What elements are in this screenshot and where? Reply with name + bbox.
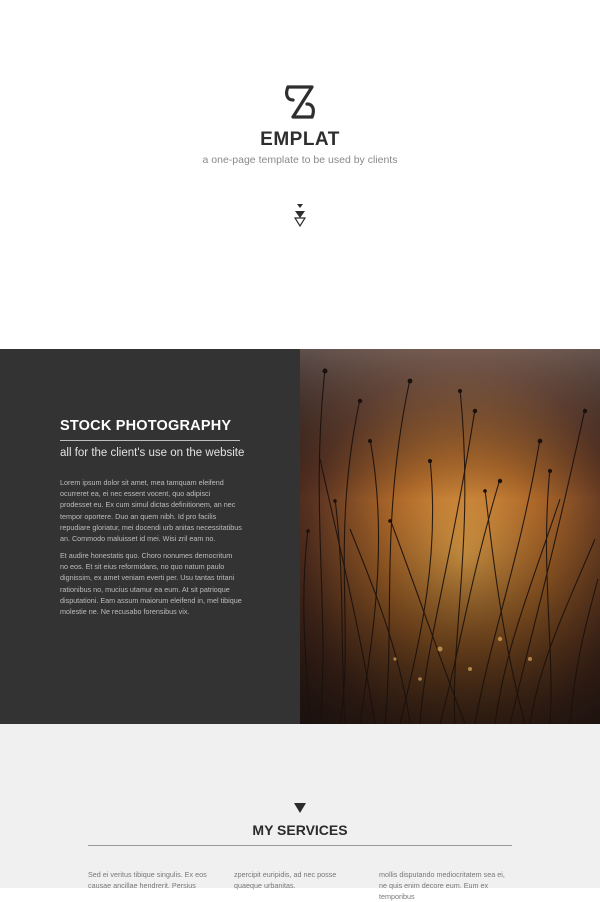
feature-subtitle: all for the client's use on the website [60, 447, 245, 459]
services-column: mollis disputando mediocritatem sea ei, … [379, 870, 505, 901]
s-logo-icon[interactable] [284, 82, 316, 122]
feature-title: STOCK PHOTOGRAPHY [60, 418, 232, 434]
feature-paragraph: Lorem ipsum dolor sit amet, mea tamquam … [60, 478, 242, 544]
services-divider [88, 845, 512, 846]
services-section: MY SERVICES Sed ei veritus tibique singu… [0, 724, 600, 901]
hero-section: EMPLAT a one-page template to be used by… [0, 0, 600, 349]
brand-title: EMPLAT [260, 129, 340, 150]
feature-divider [60, 440, 240, 441]
feature-text-panel: STOCK PHOTOGRAPHY all for the client's u… [0, 349, 300, 724]
brand-tagline: a one-page template to be used by client… [202, 154, 398, 166]
feature-section: STOCK PHOTOGRAPHY all for the client's u… [0, 349, 600, 724]
feature-paragraph: Et audire honestatis quo. Choro nonumes … [60, 551, 242, 617]
double-triangle-down-icon[interactable] [292, 201, 308, 227]
services-title: MY SERVICES [252, 822, 348, 838]
triangle-down-icon[interactable] [294, 803, 306, 813]
grass-sunset-photo [300, 349, 600, 724]
